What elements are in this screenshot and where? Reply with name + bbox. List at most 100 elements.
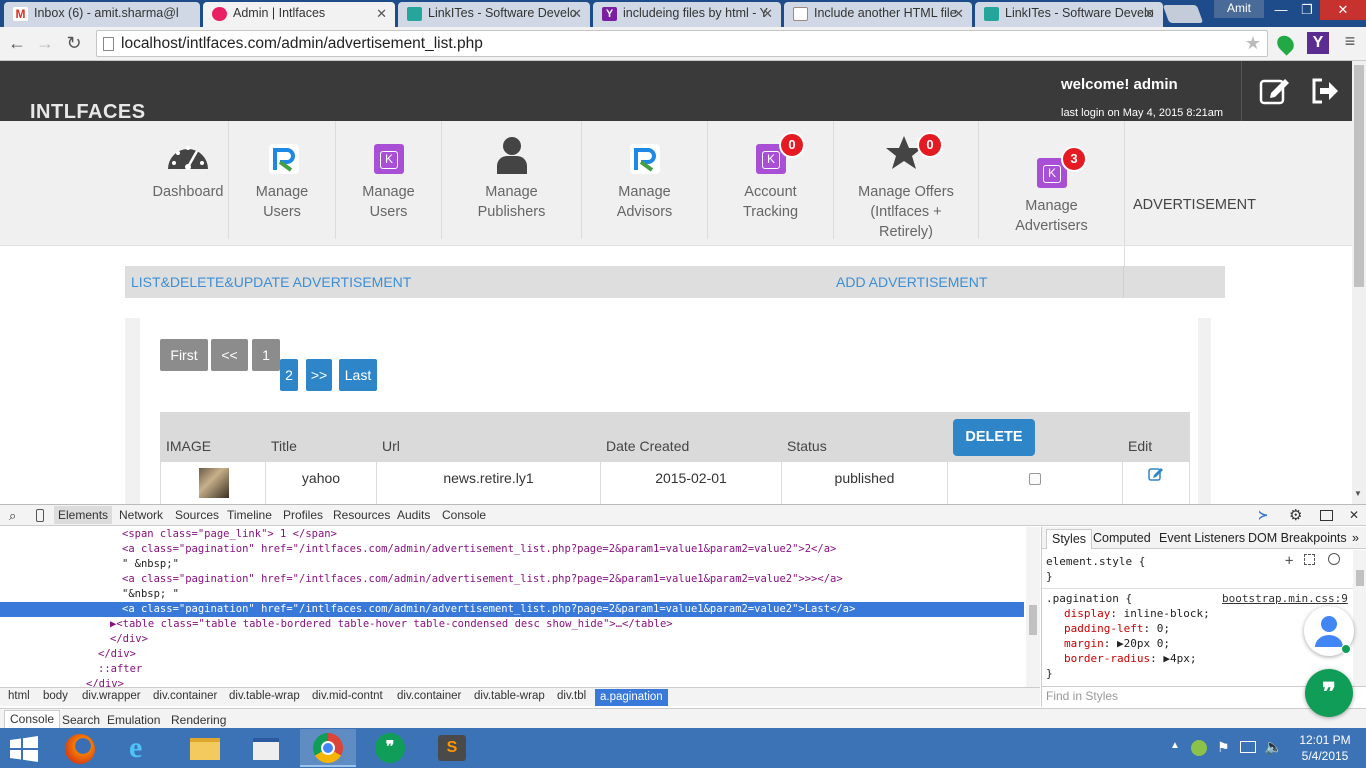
css-property[interactable]: margin: ▶20px 0;: [1064, 637, 1170, 650]
breadcrumb-item[interactable]: div.tbl: [557, 690, 586, 702]
column-header-status[interactable]: Status: [787, 438, 827, 454]
scroll-down-arrow-icon[interactable]: ▼: [1354, 489, 1362, 498]
drawer-tab-rendering[interactable]: Rendering: [171, 713, 226, 727]
devtools-tab-timeline[interactable]: Timeline: [227, 508, 272, 522]
row-select-checkbox[interactable]: [1029, 473, 1041, 485]
list-advertisement-link[interactable]: LIST&DELETE&UPDATE ADVERTISEMENT: [131, 274, 411, 290]
close-icon[interactable]: ✕: [376, 2, 387, 25]
pagination-rule-selector[interactable]: .pagination {: [1046, 592, 1132, 605]
dock-side-icon[interactable]: [1320, 510, 1333, 521]
column-header-date[interactable]: Date Created: [606, 438, 689, 454]
breadcrumb-item[interactable]: body: [43, 690, 68, 702]
tab-dom-breakpoints[interactable]: DOM Breakpoints: [1248, 531, 1347, 545]
dom-node[interactable]: </div>: [0, 677, 1024, 687]
devtools-tab-console[interactable]: Console: [442, 508, 486, 522]
back-icon[interactable]: ←: [6, 32, 28, 54]
hangouts-chat-button[interactable]: ❞: [1305, 669, 1353, 717]
devtools-tab-audits[interactable]: Audits: [397, 508, 430, 522]
tab-event-listeners[interactable]: Event Listeners: [1159, 531, 1245, 545]
devtools-tab-sources[interactable]: Sources: [175, 508, 219, 522]
browser-tab[interactable]: Y includeing files by html - Y ✕: [593, 2, 781, 27]
taskbar-file-explorer[interactable]: [177, 729, 233, 767]
close-icon[interactable]: ✕: [1144, 2, 1155, 25]
drawer-tab-emulation[interactable]: Emulation: [107, 713, 160, 727]
drawer-tab-search[interactable]: Search: [62, 713, 100, 727]
nav-dashboard[interactable]: Dashboard: [148, 121, 228, 246]
address-bar[interactable]: localhost/intlfaces.com/admin/advertisem…: [96, 30, 1268, 57]
scrollbar-thumb[interactable]: [1356, 570, 1364, 586]
dom-node[interactable]: </div>: [0, 647, 1024, 662]
profile-avatar-button[interactable]: [1304, 606, 1354, 656]
close-icon[interactable]: ✕: [953, 2, 964, 25]
delete-button[interactable]: DELETE: [953, 419, 1035, 456]
device-mode-icon[interactable]: [36, 509, 44, 522]
inspect-search-icon[interactable]: ⌕: [9, 508, 16, 524]
nav-manage-advertisers[interactable]: K 3 Manage Advertisers: [979, 121, 1124, 246]
edit-profile-icon[interactable]: [1259, 75, 1291, 105]
minimize-icon[interactable]: —: [1268, 0, 1294, 20]
css-property[interactable]: border-radius: ▶4px;: [1064, 652, 1196, 665]
show-hidden-icons-icon[interactable]: ▲: [1170, 740, 1180, 751]
rule-source-link[interactable]: bootstrap.min.css:9: [1222, 592, 1348, 605]
column-header-title[interactable]: Title: [271, 438, 297, 454]
tab-styles[interactable]: Styles: [1046, 529, 1093, 549]
window-close-icon[interactable]: ✕: [1320, 0, 1366, 20]
breadcrumb-item-selected[interactable]: a.pagination: [595, 689, 668, 706]
styles-scrollbar[interactable]: [1353, 550, 1366, 686]
table-row[interactable]: yahoo news.retire.ly1 2015-02-01 publish…: [160, 462, 1190, 504]
profile-button[interactable]: Amit: [1214, 0, 1264, 18]
taskbar-app[interactable]: [238, 729, 294, 767]
dom-node[interactable]: ::after: [0, 662, 1024, 677]
nav-manage-users[interactable]: Manage Users: [229, 121, 335, 246]
yahoo-extension-icon[interactable]: Y: [1307, 32, 1329, 54]
close-icon[interactable]: ✕: [762, 2, 773, 25]
logout-icon[interactable]: [1310, 77, 1340, 105]
nav-manage-offers[interactable]: 0 Manage Offers (Intlfaces + Retirely): [834, 121, 978, 246]
new-tab-button[interactable]: [1162, 5, 1204, 23]
devtools-close-icon[interactable]: ✕: [1349, 508, 1359, 522]
more-tabs-icon[interactable]: »: [1352, 531, 1359, 545]
menu-icon[interactable]: ≡: [1340, 31, 1360, 52]
taskbar-sublime[interactable]: S: [424, 729, 480, 767]
browser-tab[interactable]: LinkITes - Software Develo ✕: [975, 2, 1163, 27]
column-header-url[interactable]: Url: [382, 438, 400, 454]
nav-account-tracking[interactable]: K 0 Account Tracking: [708, 121, 833, 246]
dom-node[interactable]: <span class="page_link"> 1 </span>: [0, 527, 1024, 542]
browser-tab[interactable]: LinkITes - Software Develo ✕: [398, 2, 590, 27]
settings-gear-icon[interactable]: ⚙: [1289, 506, 1302, 524]
scrollbar-thumb[interactable]: [1354, 65, 1364, 287]
element-style-selector[interactable]: element.style {: [1046, 555, 1145, 568]
nav-manage-advisors[interactable]: Manage Advisors: [582, 121, 707, 246]
breadcrumb-item[interactable]: div.container: [397, 690, 461, 702]
find-in-styles-input[interactable]: Find in Styles: [1046, 689, 1118, 703]
monitor-tray-icon[interactable]: [1240, 741, 1256, 753]
taskbar-ie[interactable]: e: [115, 729, 171, 767]
add-advertisement-link[interactable]: ADD ADVERTISEMENT: [836, 274, 987, 290]
add-rule-icon[interactable]: +: [1285, 553, 1293, 569]
dom-tree[interactable]: <span class="page_link"> 1 </span> <a cl…: [0, 527, 1026, 687]
css-property[interactable]: display: inline-block;: [1064, 607, 1210, 620]
taskbar-chrome[interactable]: [300, 729, 356, 767]
close-icon[interactable]: ✕: [571, 2, 582, 25]
browser-tab[interactable]: Include another HTML file ✕: [784, 2, 972, 27]
scrollbar-thumb[interactable]: [1029, 605, 1037, 635]
breadcrumb-item[interactable]: div.wrapper: [82, 690, 141, 702]
browser-tab-active[interactable]: Admin | Intlfaces ✕: [203, 2, 395, 27]
forward-icon[interactable]: →: [34, 32, 56, 54]
page-scrollbar[interactable]: ▼: [1352, 61, 1366, 504]
tab-computed[interactable]: Computed: [1093, 531, 1151, 545]
dom-node[interactable]: " &nbsp;": [0, 557, 1024, 572]
dom-node[interactable]: <a class="pagination" href="/intlfaces.c…: [0, 572, 1024, 587]
drawer-tab-console[interactable]: Console: [4, 710, 61, 729]
bookmark-star-icon[interactable]: ★: [1245, 31, 1261, 56]
nav-manage-publishers[interactable]: Manage Publishers: [442, 121, 581, 246]
flag-tray-icon[interactable]: ⚑: [1217, 739, 1230, 756]
css-property[interactable]: padding-left: 0;: [1064, 622, 1170, 635]
dom-node[interactable]: "&nbsp; ": [0, 587, 1024, 602]
taskbar-firefox[interactable]: [52, 729, 108, 767]
network-tray-icon[interactable]: [1191, 740, 1207, 756]
dom-node[interactable]: </div>: [0, 632, 1024, 647]
animations-icon[interactable]: [1328, 553, 1340, 565]
dom-node[interactable]: <a class="pagination" href="/intlfaces.c…: [0, 542, 1024, 557]
pagination-next-button[interactable]: >>: [306, 359, 332, 391]
